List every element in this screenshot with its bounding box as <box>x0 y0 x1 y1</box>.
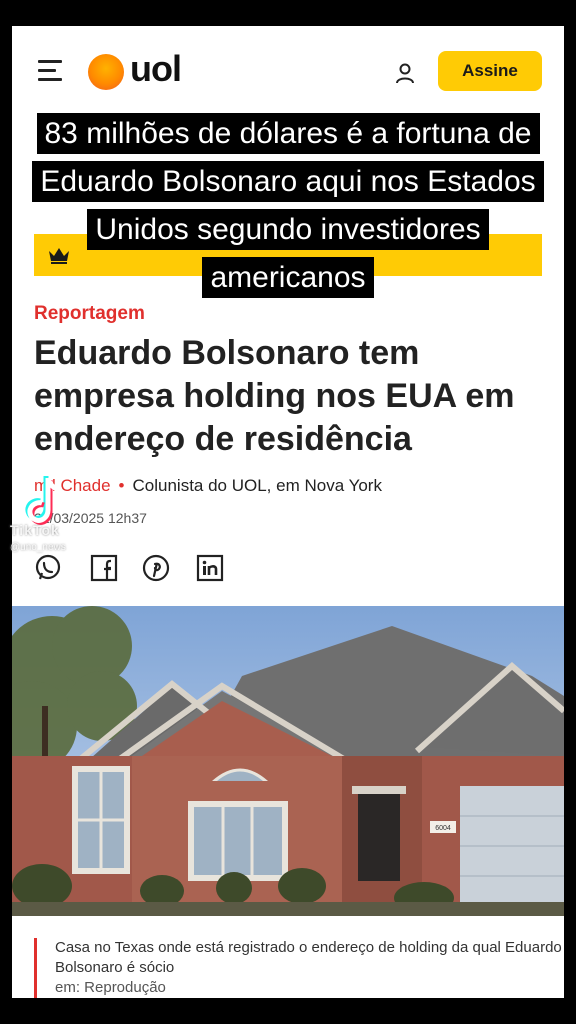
hamburger-menu-icon[interactable] <box>38 60 62 81</box>
uol-logo[interactable]: uol <box>88 48 198 92</box>
subscribe-button[interactable]: Assine <box>438 51 542 91</box>
video-caption-overlay: 83 milhões de dólares é a fortuna de Edu… <box>12 110 564 302</box>
uol-sun-icon <box>88 54 124 90</box>
pinterest-icon[interactable] <box>142 554 170 582</box>
linkedin-icon[interactable] <box>196 554 224 582</box>
logo-text: uol <box>130 48 182 89</box>
whatsapp-icon[interactable] <box>34 554 62 582</box>
photo-caption: Casa no Texas onde está registrado o end… <box>34 938 564 998</box>
photo-caption-text: Casa no Texas onde está registrado o end… <box>55 939 562 976</box>
byline: mil Chade • Colunista do UOL, em Nova York <box>34 476 382 496</box>
byline-separator: • <box>118 476 125 495</box>
article-photo[interactable]: 6004 <box>12 606 564 916</box>
house-number-plate: 6004 <box>435 825 451 832</box>
article-headline: Eduardo Bolsonaro tem empresa holding no… <box>34 334 515 458</box>
facebook-icon[interactable] <box>90 554 118 582</box>
photo-credit: em: Reprodução <box>55 979 166 996</box>
video-caption-text: 83 milhões de dólares é a fortuna de Edu… <box>32 113 544 298</box>
author-role: Colunista do UOL, em Nova York <box>132 476 382 495</box>
site-header: uol Assine <box>12 26 564 118</box>
user-icon[interactable] <box>394 62 416 84</box>
tiktok-watermark: TikTok <box>10 522 60 538</box>
tiktok-username: @uno_news <box>10 542 66 553</box>
article-kicker: Reportagem <box>34 303 145 324</box>
share-bar <box>34 554 234 584</box>
app-screen: uol Assine Reportagem Eduardo Bolsonaro … <box>12 26 564 998</box>
